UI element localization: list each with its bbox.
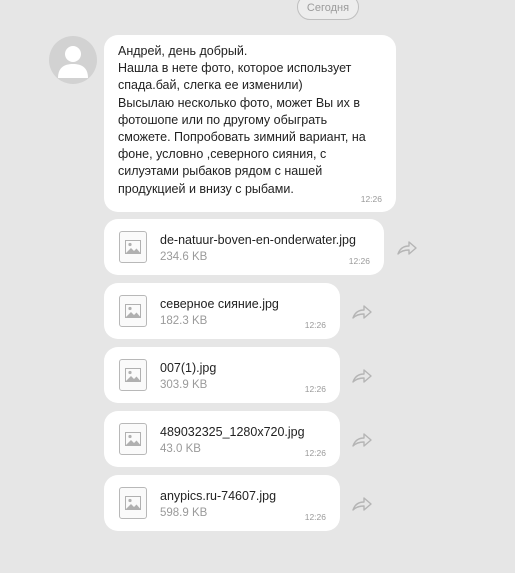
- file-size: 598.9 KB: [160, 507, 208, 519]
- share-arrow-icon[interactable]: [351, 368, 373, 384]
- file-name: 489032325_1280x720.jpg: [160, 425, 305, 439]
- file-attachment[interactable]: de-natuur-boven-en-onderwater.jpg 234.6 …: [104, 219, 384, 275]
- message-text: Андрей, день добрый. Нашла в нете фото, …: [118, 44, 366, 196]
- image-file-icon: [119, 423, 147, 455]
- file-time: 12:26: [304, 384, 326, 394]
- file-size: 234.6 KB: [160, 251, 208, 263]
- message-time: 12:26: [360, 194, 382, 204]
- file-time: 12:26: [304, 512, 326, 522]
- image-file-icon: [119, 487, 147, 519]
- share-arrow-icon[interactable]: [351, 432, 373, 448]
- file-attachment[interactable]: 489032325_1280x720.jpg 43.0 KB 12:26: [104, 411, 340, 467]
- file-size: 303.9 KB: [160, 379, 208, 391]
- share-arrow-icon[interactable]: [351, 496, 373, 512]
- file-size: 43.0 KB: [160, 443, 201, 455]
- date-separator: Сегодня: [297, 0, 359, 20]
- avatar[interactable]: [49, 36, 97, 84]
- file-time: 12:26: [304, 320, 326, 330]
- share-arrow-icon[interactable]: [396, 240, 418, 256]
- file-name: anypics.ru-74607.jpg: [160, 489, 277, 503]
- share-arrow-icon[interactable]: [351, 304, 373, 320]
- file-attachment[interactable]: северное сияние.jpg 182.3 KB 12:26: [104, 283, 340, 339]
- file-name: de-natuur-boven-en-onderwater.jpg: [160, 233, 356, 247]
- file-time: 12:26: [348, 256, 370, 266]
- image-file-icon: [119, 231, 147, 263]
- file-attachment[interactable]: 007(1).jpg 303.9 KB 12:26: [104, 347, 340, 403]
- file-name: 007(1).jpg: [160, 361, 217, 375]
- file-time: 12:26: [304, 448, 326, 458]
- file-attachment[interactable]: anypics.ru-74607.jpg 598.9 KB 12:26: [104, 475, 340, 531]
- user-icon: [58, 46, 88, 78]
- message-bubble: Андрей, день добрый. Нашла в нете фото, …: [104, 35, 396, 212]
- file-name: северное сияние.jpg: [160, 297, 279, 311]
- file-size: 182.3 KB: [160, 315, 208, 327]
- image-file-icon: [119, 359, 147, 391]
- image-file-icon: [119, 295, 147, 327]
